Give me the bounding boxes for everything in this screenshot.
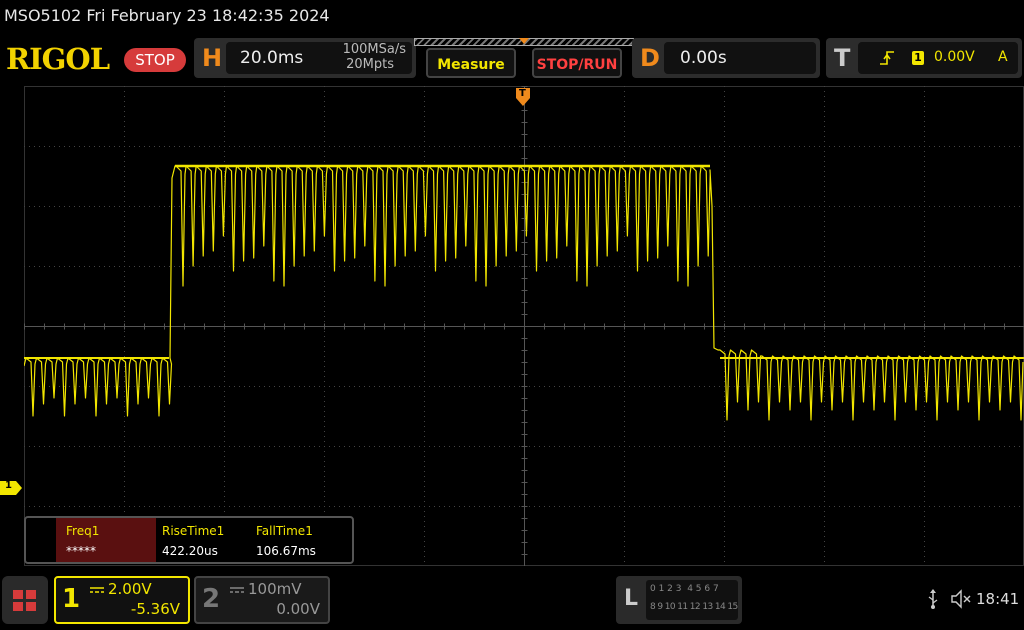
measurement-value: 106.67ms [256,544,316,558]
trigger-level: 0.00V [934,49,975,65]
logic-row-high: 8 9 10 11 12 13 14 15 [650,602,738,612]
rising-edge-icon [880,51,894,65]
status-bar: 1 2.00V -5.36V 2 100mV 0.00V L 0 1 2 3 4… [0,566,1024,630]
ch2-scale: 100mV [248,580,302,598]
ch1-settings[interactable]: 1 2.00V -5.36V [54,576,190,624]
measurement-label: Freq1 [66,524,100,538]
trigger-source-badge: 1 [912,51,924,65]
dc-coupling-icon [230,587,244,593]
speaker-muted-icon[interactable] [950,589,972,609]
measurement-freq[interactable]: Freq1 ***** [56,518,156,562]
run-state-badge[interactable]: STOP [124,48,186,72]
title-bar: MSO5102 Fri February 23 18:42:35 2024 [0,0,1024,34]
delay-letter: D [640,44,660,72]
logic-channel-list: 0 1 2 3 4 5 6 7 8 9 10 11 12 13 14 15 [646,580,738,620]
ch1-offset: -5.36V [130,600,180,618]
trigger-letter: T [834,44,851,72]
horizontal-values: 20.0ms 100MSa/s 20Mpts [226,42,412,74]
toolbar: RIGOL STOP H 20.0ms 100MSa/s 20Mpts Meas… [0,34,1024,86]
trigger-panel[interactable]: T 1 0.00V A [826,38,1022,78]
delay-panel[interactable]: D 0.00s [632,38,820,78]
ch1-ground-marker[interactable]: 1 [0,480,22,495]
dc-coupling-icon [90,587,104,593]
trigger-values: 1 0.00V A [858,42,1018,74]
trigger-position-marker[interactable]: T [516,88,530,106]
ch2-offset: 0.00V [276,600,320,618]
ch1-marker-label: 1 [5,480,12,491]
grid-menu-icon [13,590,36,611]
brand-logo: RIGOL [6,42,110,76]
ch1-number: 1 [62,584,81,614]
stop-run-button[interactable]: STOP/RUN [532,48,622,78]
memory-position-marker [519,38,529,44]
logic-channels-panel[interactable]: L 0 1 2 3 4 5 6 7 8 9 10 11 12 13 14 15 [616,576,742,624]
trigger-marker-label: T [519,88,526,99]
measure-button[interactable]: Measure [426,48,516,78]
memory-depth: 20Mpts [346,57,394,72]
measurement-fall-time[interactable]: FallTime1 106.67ms [252,518,348,562]
logic-row-low: 0 1 2 3 4 5 6 7 [650,584,719,594]
ch2-number: 2 [202,584,221,614]
waveform-display[interactable] [24,86,1024,566]
measurement-panel[interactable]: Freq1 ***** RiseTime1 422.20us FallTime1… [24,516,354,564]
trigger-mode: A [998,49,1008,65]
ch1-scale: 2.00V [108,580,152,598]
measurement-rise-time[interactable]: RiseTime1 422.20us [156,518,252,562]
measurement-label: RiseTime1 [162,524,225,538]
measurement-label: FallTime1 [256,524,313,538]
model-datetime: MSO5102 Fri February 23 18:42:35 2024 [4,6,330,25]
horizontal-panel[interactable]: H 20.0ms 100MSa/s 20Mpts [194,38,416,78]
sample-rate: 100MSa/s [342,42,406,57]
horizontal-letter: H [202,44,223,72]
waveform-grid [24,86,1024,566]
main-menu-button[interactable] [2,576,48,624]
ch1-trace [24,165,1024,421]
logic-letter: L [624,586,639,611]
delay-value: 0.00s [680,48,727,68]
measurement-value: 422.20us [162,544,218,558]
timebase-value: 20.0ms [240,48,304,68]
delay-values: 0.00s [664,42,816,74]
usb-icon [928,589,938,609]
clock-time: 18:41 [976,590,1020,608]
measurement-value: ***** [66,544,96,558]
ch2-settings[interactable]: 2 100mV 0.00V [194,576,330,624]
